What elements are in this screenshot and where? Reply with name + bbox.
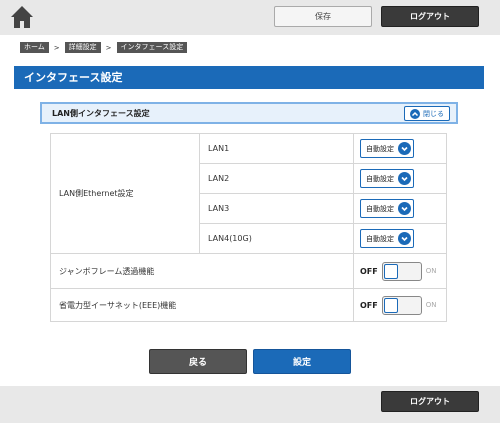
toggle-cell: OFF ON: [353, 288, 447, 322]
toggle-on-label: ON: [425, 301, 437, 309]
save-button[interactable]: 保存: [274, 6, 372, 27]
footer-logout-button[interactable]: ログアウト: [381, 391, 479, 412]
port-label-lan1: LAN1: [199, 133, 354, 164]
footer-bar: ログアウト: [0, 386, 500, 423]
breadcrumb-home[interactable]: ホーム: [20, 42, 49, 53]
port-control-cell: 自動設定: [353, 133, 447, 164]
toggle-off-label: OFF: [360, 266, 378, 276]
lan2-select[interactable]: 自動設定: [360, 169, 414, 188]
logout-button[interactable]: ログアウト: [381, 6, 479, 27]
toggle-track[interactable]: [381, 261, 422, 281]
select-value: 自動設定: [366, 174, 394, 183]
port-control-cell: 自動設定: [353, 193, 447, 224]
section-title: LAN側インタフェース設定: [52, 109, 150, 118]
apply-button[interactable]: 設定: [253, 349, 351, 374]
jumbo-frame-toggle[interactable]: OFF ON: [360, 261, 437, 281]
toggle-on-label: ON: [425, 267, 437, 275]
top-bar: 保存 ログアウト: [0, 0, 500, 35]
section-header: LAN側インタフェース設定 閉じる: [40, 102, 458, 124]
settings-table: LAN側Ethernet設定 LAN1 自動設定 LAN2 自動設定 LAN3 …: [50, 133, 447, 322]
ethernet-label: LAN側Ethernet設定: [50, 133, 200, 254]
jumbo-frame-label: ジャンボフレーム透過機能: [50, 253, 354, 289]
port-label-lan3: LAN3: [199, 193, 354, 224]
eee-toggle[interactable]: OFF ON: [360, 295, 437, 315]
port-label-lan4: LAN4(10G): [199, 223, 354, 254]
toggle-track[interactable]: [381, 295, 422, 315]
toggle-knob[interactable]: [383, 297, 398, 313]
port-control-cell: 自動設定: [353, 163, 447, 194]
toggle-cell: OFF ON: [353, 253, 447, 289]
breadcrumb-advanced-settings[interactable]: 詳細設定: [64, 42, 101, 53]
table-row: LAN側Ethernet設定 LAN1 自動設定: [50, 133, 447, 254]
table-row: ジャンボフレーム透過機能 OFF ON: [50, 253, 447, 289]
back-button[interactable]: 戻る: [149, 349, 247, 374]
home-icon[interactable]: [10, 5, 34, 29]
breadcrumb-separator: >: [105, 43, 112, 52]
close-label: 閉じる: [423, 109, 444, 118]
chevron-down-icon: [398, 202, 411, 215]
select-value: 自動設定: [366, 204, 394, 213]
toggle-knob[interactable]: [383, 263, 398, 279]
close-section-button[interactable]: 閉じる: [404, 106, 450, 121]
select-value: 自動設定: [366, 234, 394, 243]
select-value: 自動設定: [366, 144, 394, 153]
chevron-up-icon: [410, 108, 420, 119]
lan4-select[interactable]: 自動設定: [360, 229, 414, 248]
page-title: インタフェース設定: [14, 66, 484, 89]
breadcrumb: ホーム > 詳細設定 > インタフェース設定: [20, 42, 188, 53]
lan1-select[interactable]: 自動設定: [360, 139, 414, 158]
toggle-off-label: OFF: [360, 300, 378, 310]
lan3-select[interactable]: 自動設定: [360, 199, 414, 218]
chevron-down-icon: [398, 172, 411, 185]
port-label-lan2: LAN2: [199, 163, 354, 194]
breadcrumb-separator: >: [53, 43, 60, 52]
table-row: 省電力型イーサネット(EEE)機能 OFF ON: [50, 288, 447, 322]
port-control-cell: 自動設定: [353, 223, 447, 254]
breadcrumb-interface-settings: インタフェース設定: [116, 42, 188, 53]
eee-label: 省電力型イーサネット(EEE)機能: [50, 288, 354, 322]
chevron-down-icon: [398, 142, 411, 155]
chevron-down-icon: [398, 232, 411, 245]
